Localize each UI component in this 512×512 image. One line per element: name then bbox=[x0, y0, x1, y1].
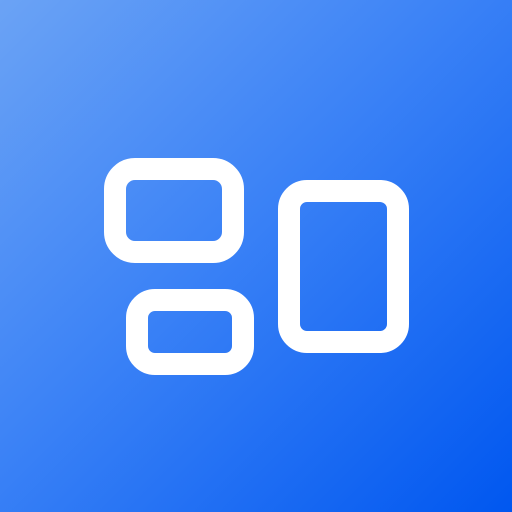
layout-widgets-icon bbox=[104, 158, 409, 375]
top-left-panel-shape bbox=[104, 158, 244, 263]
bottom-left-panel-shape bbox=[126, 289, 254, 375]
right-tall-panel-shape bbox=[278, 180, 409, 353]
app-icon bbox=[0, 0, 512, 512]
